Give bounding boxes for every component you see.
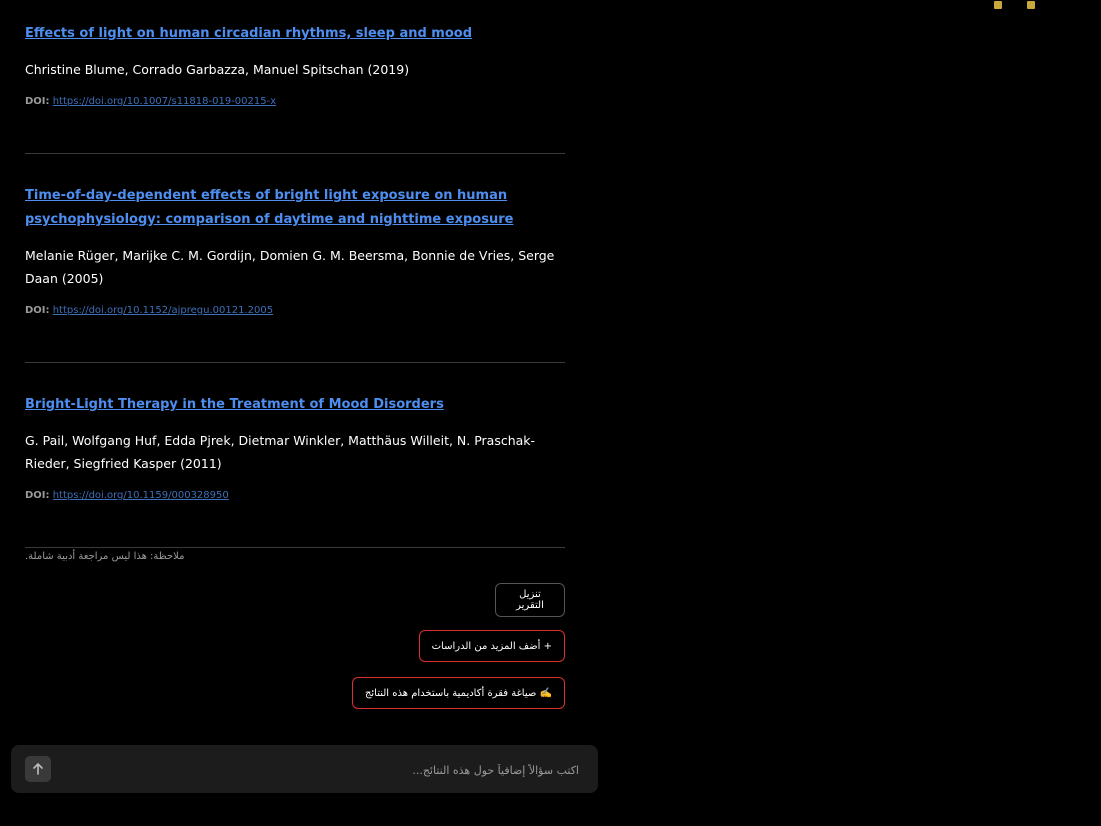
top-indicators — [974, 0, 1035, 13]
divider — [25, 547, 565, 548]
disclaimer-note: ملاحظة: هذا ليس مراجعة أدبية شاملة. — [25, 551, 185, 562]
study-item: Time-of-day-dependent effects of bright … — [25, 184, 565, 318]
results-page: Effects of light on human circadian rhyt… — [0, 0, 1101, 826]
doi-link[interactable]: https://doi.org/10.1152/ajpregu.00121.20… — [53, 305, 273, 316]
study-list: Effects of light on human circadian rhyt… — [25, 22, 565, 578]
doi-label: DOI: — [25, 96, 50, 107]
write-paragraph-button[interactable]: ✍️ صياغة فقرة أكاديمية باستخدام هذه النت… — [351, 677, 565, 709]
study-authors: Christine Blume, Corrado Garbazza, Manue… — [25, 62, 410, 77]
send-button[interactable] — [25, 756, 51, 782]
doi-label: DOI: — [25, 490, 50, 501]
study-title-link[interactable]: Effects of light on human circadian rhyt… — [25, 26, 472, 41]
download-report-button[interactable]: تنزيل التقرير — [495, 583, 565, 617]
divider — [25, 362, 565, 363]
doi-link[interactable]: https://doi.org/10.1007/s11818-019-00215… — [53, 96, 276, 107]
follow-up-input[interactable] — [71, 745, 581, 795]
study-item: Effects of light on human circadian rhyt… — [25, 22, 565, 109]
arrow-up-icon — [33, 763, 43, 775]
study-doi: DOI: https://doi.org/10.1007/s11818-019-… — [25, 95, 565, 109]
add-more-studies-button[interactable]: + أضف المزيد من الدراسات — [418, 630, 565, 662]
study-doi: DOI: https://doi.org/10.1152/ajpregu.001… — [25, 304, 565, 318]
star-icon — [1027, 1, 1035, 9]
star-icon — [993, 1, 1002, 9]
doi-label: DOI: — [25, 305, 50, 316]
study-title-link[interactable]: Time-of-day-dependent effects of bright … — [25, 188, 513, 227]
study-doi: DOI: https://doi.org/10.1159/000328950 — [25, 489, 565, 503]
divider — [25, 153, 565, 154]
study-item: Bright-Light Therapy in the Treatment of… — [25, 393, 565, 503]
study-authors: Melanie Rüger, Marijke C. M. Gordijn, Do… — [25, 248, 555, 286]
study-title-link[interactable]: Bright-Light Therapy in the Treatment of… — [25, 397, 444, 412]
follow-up-bar — [11, 745, 598, 795]
study-authors: G. Pail, Wolfgang Huf, Edda Pjrek, Dietm… — [25, 433, 536, 471]
doi-link[interactable]: https://doi.org/10.1159/000328950 — [53, 490, 229, 501]
